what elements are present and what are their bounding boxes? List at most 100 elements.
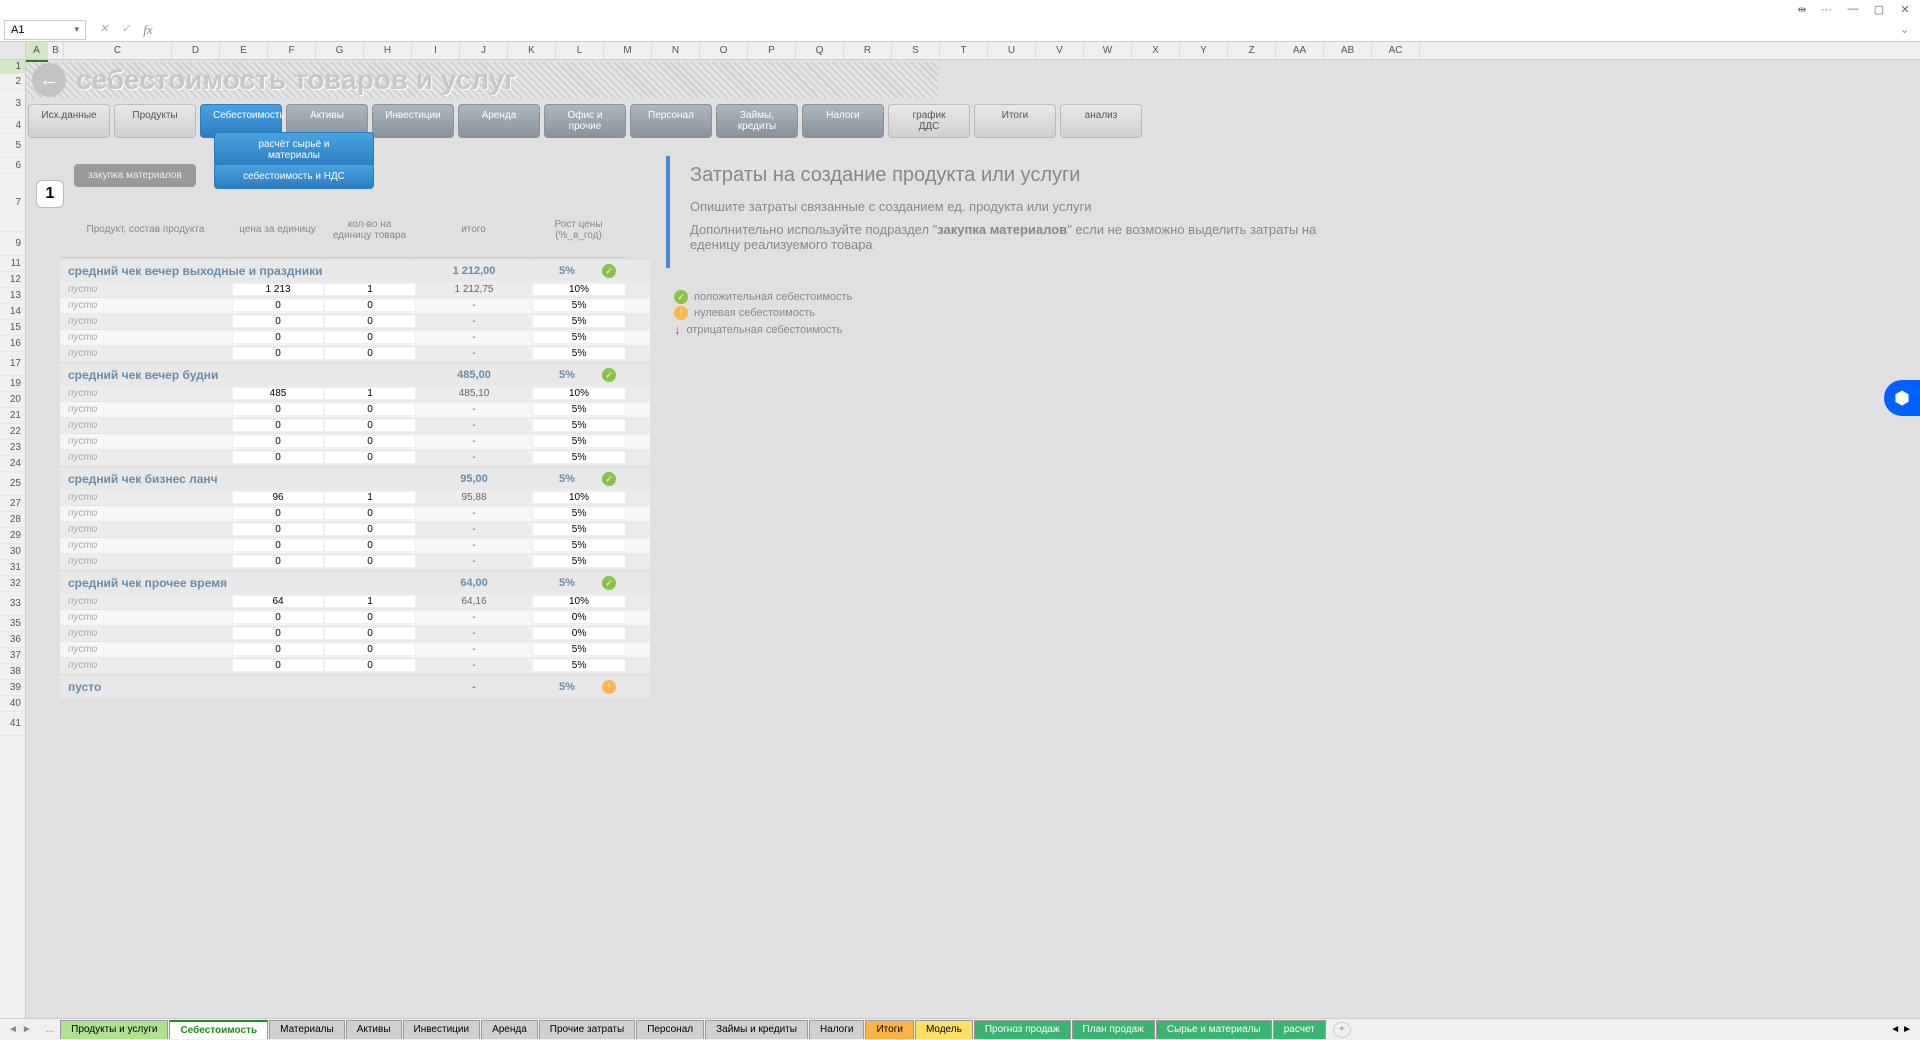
row-qty[interactable]: 1 — [324, 283, 416, 296]
row-growth[interactable]: 5% — [532, 507, 626, 520]
column-header-D[interactable]: D — [172, 42, 220, 59]
row-header-32[interactable]: 32 — [0, 576, 25, 592]
row-header-19[interactable]: 19 — [0, 376, 25, 392]
row-price[interactable]: 1 213 — [232, 283, 324, 296]
row-name[interactable]: пусто — [60, 628, 232, 639]
nav-tab-0[interactable]: Исх.данные — [28, 104, 110, 138]
fx-icon[interactable]: fx — [140, 22, 156, 38]
row-header-9[interactable]: 9 — [0, 232, 25, 256]
row-growth[interactable]: 5% — [532, 315, 626, 328]
row-header-7[interactable]: 7 — [0, 174, 25, 232]
row-growth[interactable]: 5% — [532, 451, 626, 464]
row-growth[interactable]: 5% — [532, 331, 626, 344]
column-header-S[interactable]: S — [892, 42, 940, 59]
row-qty[interactable]: 1 — [324, 491, 416, 504]
close-icon[interactable]: ✕ — [1898, 2, 1912, 16]
row-price[interactable]: 0 — [232, 507, 324, 520]
column-header-P[interactable]: P — [748, 42, 796, 59]
sheet-tab-5[interactable]: Аренда — [481, 1020, 538, 1039]
nav-tab-5[interactable]: Аренда — [458, 104, 540, 138]
formula-input[interactable] — [166, 20, 1900, 40]
row-header-5[interactable]: 5 — [0, 134, 25, 158]
row-price[interactable]: 0 — [232, 347, 324, 360]
row-price[interactable]: 485 — [232, 387, 324, 400]
row-name[interactable]: пусто — [60, 644, 232, 655]
row-name[interactable]: пусто — [60, 556, 232, 567]
row-qty[interactable]: 0 — [324, 435, 416, 448]
row-header-13[interactable]: 13 — [0, 288, 25, 304]
row-qty[interactable]: 0 — [324, 331, 416, 344]
sheet-tab-8[interactable]: Займы и кредиты — [705, 1020, 808, 1039]
back-button[interactable]: ← — [32, 63, 66, 97]
row-price[interactable]: 0 — [232, 555, 324, 568]
row-header-12[interactable]: 12 — [0, 272, 25, 288]
column-header-N[interactable]: N — [652, 42, 700, 59]
row-growth[interactable]: 5% — [532, 659, 626, 672]
horizontal-scroll[interactable]: ◄ ► — [1890, 1024, 1920, 1035]
row-header-22[interactable]: 22 — [0, 424, 25, 440]
column-header-K[interactable]: K — [508, 42, 556, 59]
row-qty[interactable]: 0 — [324, 403, 416, 416]
sheet-tab-12[interactable]: Прогноз продаж — [974, 1020, 1071, 1039]
row-qty[interactable]: 0 — [324, 347, 416, 360]
column-header-A[interactable]: A — [26, 42, 48, 59]
column-header-V[interactable]: V — [1036, 42, 1084, 59]
row-header-27[interactable]: 27 — [0, 496, 25, 512]
sheet-tab-11[interactable]: Модель — [915, 1020, 973, 1039]
row-name[interactable]: пусто — [60, 332, 232, 343]
column-header-Q[interactable]: Q — [796, 42, 844, 59]
row-price[interactable]: 0 — [232, 419, 324, 432]
row-header-31[interactable]: 31 — [0, 560, 25, 576]
column-header-G[interactable]: G — [316, 42, 364, 59]
sheet-tab-3[interactable]: Активы — [346, 1020, 402, 1039]
minimize-icon[interactable]: — — [1846, 2, 1860, 16]
row-header-24[interactable]: 24 — [0, 456, 25, 472]
more-icon[interactable]: ⋯ — [1821, 3, 1834, 16]
column-header-AC[interactable]: AC — [1372, 42, 1420, 59]
row-price[interactable]: 0 — [232, 315, 324, 328]
sheet-tab-9[interactable]: Налоги — [809, 1020, 865, 1039]
row-name[interactable]: пусто — [60, 420, 232, 431]
row-name[interactable]: пусто — [60, 452, 232, 463]
row-growth[interactable]: 0% — [532, 627, 626, 640]
row-header-23[interactable]: 23 — [0, 440, 25, 456]
row-name[interactable]: пусто — [60, 348, 232, 359]
row-header-29[interactable]: 29 — [0, 528, 25, 544]
row-name[interactable]: пусто — [60, 524, 232, 535]
row-price[interactable]: 0 — [232, 611, 324, 624]
sheet-tab-0[interactable]: Продукты и услуги — [60, 1020, 168, 1039]
row-growth[interactable]: 5% — [532, 347, 626, 360]
add-sheet-button[interactable]: + — [1333, 1022, 1351, 1038]
row-price[interactable]: 96 — [232, 491, 324, 504]
column-header-AA[interactable]: AA — [1276, 42, 1324, 59]
row-qty[interactable]: 0 — [324, 611, 416, 624]
row-header-30[interactable]: 30 — [0, 544, 25, 560]
row-header-25[interactable]: 25 — [0, 472, 25, 496]
row-price[interactable]: 0 — [232, 435, 324, 448]
row-header-20[interactable]: 20 — [0, 392, 25, 408]
nav-tab-1[interactable]: Продукты — [114, 104, 196, 138]
accept-formula-icon[interactable]: ✓ — [118, 22, 134, 38]
row-price[interactable]: 64 — [232, 595, 324, 608]
formulabar-expand-icon[interactable]: ⌄ — [1900, 23, 1916, 36]
row-header-4[interactable]: 4 — [0, 118, 25, 134]
row-header-36[interactable]: 36 — [0, 632, 25, 648]
maximize-icon[interactable]: ▢ — [1872, 2, 1886, 16]
row-header-16[interactable]: 16 — [0, 336, 25, 352]
sheet-tab-4[interactable]: Инвестиции — [403, 1020, 481, 1039]
column-header-Z[interactable]: Z — [1228, 42, 1276, 59]
row-qty[interactable]: 0 — [324, 451, 416, 464]
row-growth[interactable]: 10% — [532, 283, 626, 296]
nav-tab-11[interactable]: Итоги — [974, 104, 1056, 138]
sheet-ellipsis[interactable]: ... — [40, 1024, 60, 1035]
row-growth[interactable]: 10% — [532, 491, 626, 504]
row-growth[interactable]: 5% — [532, 523, 626, 536]
row-price[interactable]: 0 — [232, 331, 324, 344]
row-qty[interactable]: 1 — [324, 387, 416, 400]
row-header-11[interactable]: 11 — [0, 256, 25, 272]
row-qty[interactable]: 0 — [324, 659, 416, 672]
row-header-38[interactable]: 38 — [0, 664, 25, 680]
row-name[interactable]: пусто — [60, 492, 232, 503]
row-growth[interactable]: 5% — [532, 555, 626, 568]
row-growth[interactable]: 5% — [532, 435, 626, 448]
